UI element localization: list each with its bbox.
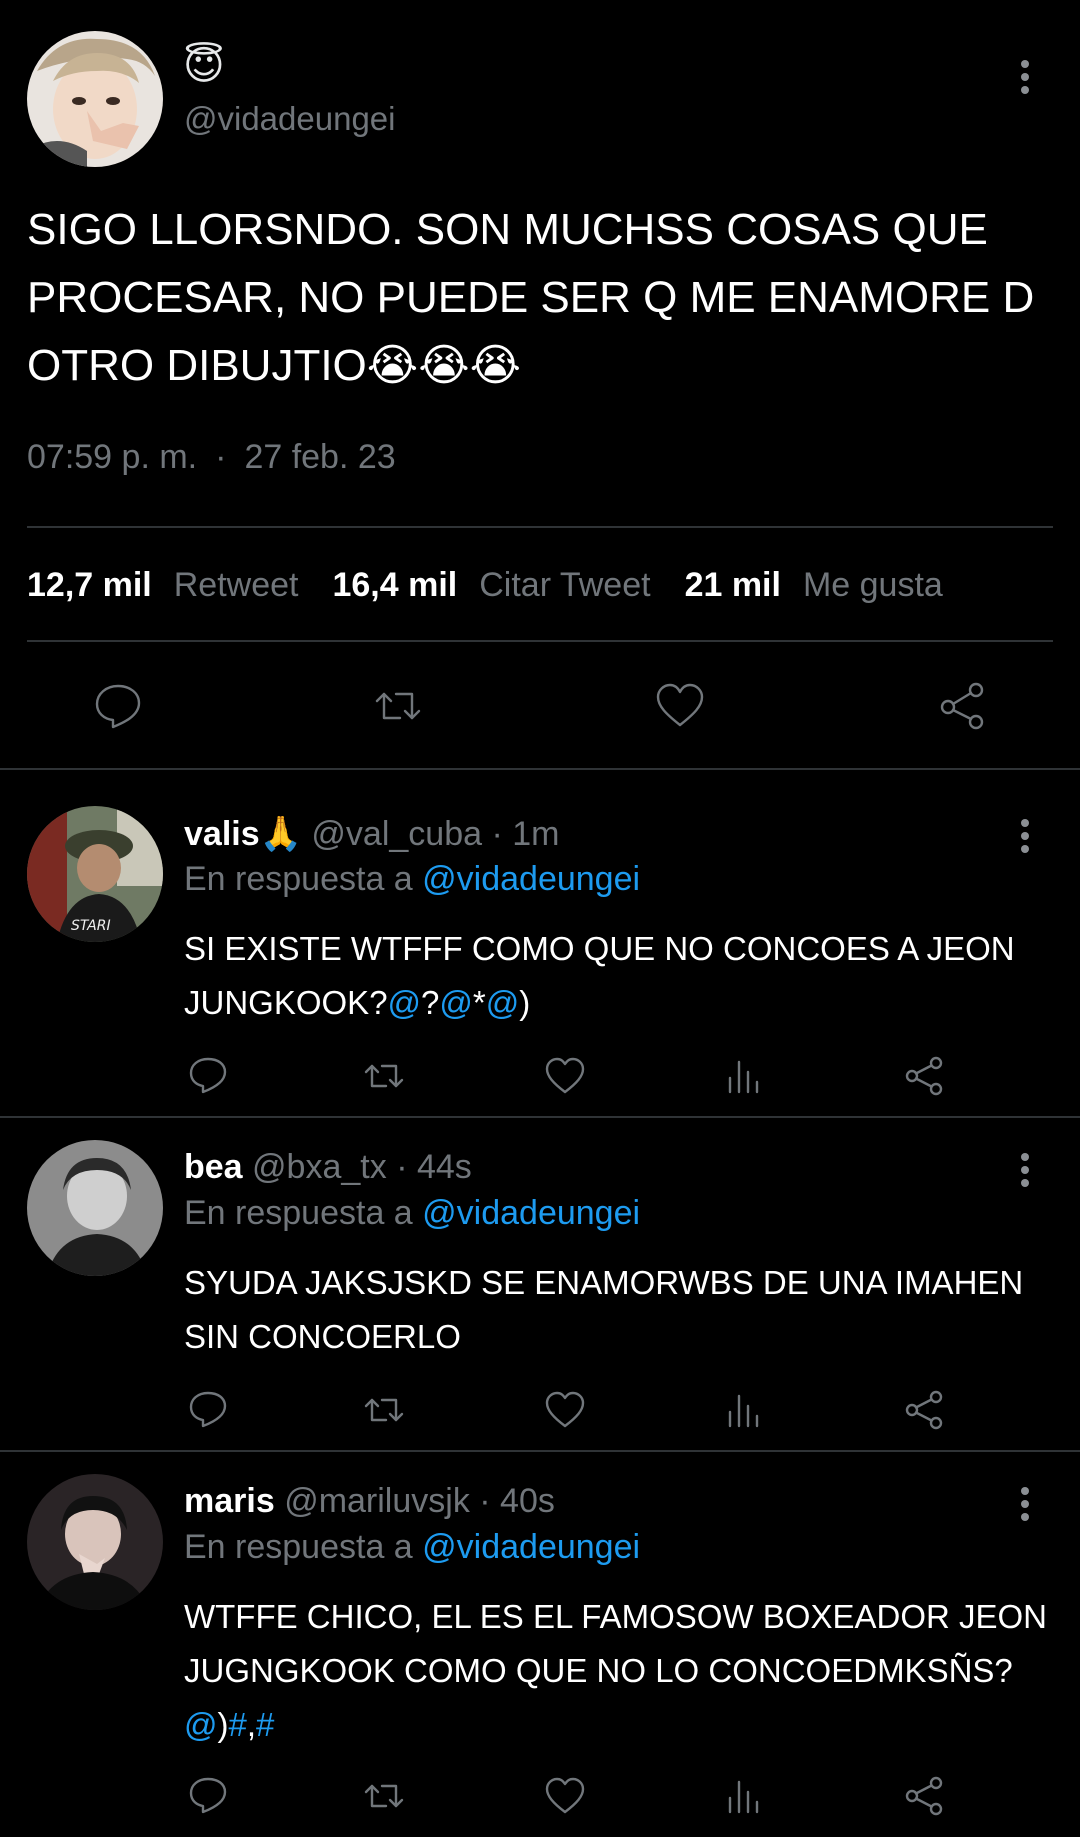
like-icon[interactable] bbox=[543, 1774, 587, 1818]
reply-actions bbox=[0, 1388, 1080, 1434]
reply-text-segment: SYUDA JAKSJSKD SE ENAMORWBS DE UNA IMAHE… bbox=[184, 1264, 1024, 1355]
reply-prefix: En respuesta a bbox=[184, 1528, 413, 1566]
reply-tweet[interactable]: maris @mariluvsjk · 40s En respuesta a @… bbox=[0, 1474, 1080, 1837]
svg-text:STARI: STARI bbox=[71, 918, 111, 934]
reply-author-handle[interactable]: @val_cuba bbox=[311, 815, 482, 853]
reply-actions bbox=[0, 1054, 1080, 1100]
reply-icon[interactable] bbox=[92, 680, 144, 732]
reply-to-handle[interactable]: @vidadeungei bbox=[422, 1194, 640, 1232]
retweet-icon[interactable] bbox=[362, 1054, 406, 1098]
divider bbox=[0, 768, 1080, 770]
reply-text-segment: , bbox=[246, 1706, 257, 1743]
share-icon[interactable] bbox=[902, 1388, 946, 1432]
reply-author-name[interactable]: valis🙏 bbox=[184, 815, 302, 853]
retweet-icon[interactable] bbox=[362, 1774, 406, 1818]
tweet-stats: 12,7 mil Retweet 16,4 mil Citar Tweet 21 m… bbox=[27, 566, 977, 605]
quote-count[interactable]: 16,4 mil bbox=[332, 566, 457, 605]
like-count[interactable]: 21 mil bbox=[685, 566, 781, 605]
reply-text-segment: SI EXISTE WTFFF COMO QUE NO CONCOES A JE… bbox=[184, 930, 1015, 1021]
divider bbox=[0, 1116, 1080, 1118]
reply-icon[interactable] bbox=[186, 1774, 230, 1818]
views-icon[interactable] bbox=[722, 1054, 766, 1098]
reply-tweet[interactable]: bea @bxa_tx · 44s En respuesta a @vidade… bbox=[0, 1140, 1080, 1450]
reply-avatar[interactable] bbox=[27, 1140, 163, 1276]
like-icon[interactable] bbox=[543, 1054, 587, 1098]
reply-author-name[interactable]: bea bbox=[184, 1148, 243, 1186]
mention-link[interactable]: # bbox=[229, 1706, 247, 1743]
meta-separator: · bbox=[215, 438, 227, 476]
reply-to-handle[interactable]: @vidadeungei bbox=[422, 860, 640, 898]
tweet-text: SIGO LLORSNDO. SON MUCHSS COSAS QUE PROC… bbox=[27, 205, 1035, 390]
like-label[interactable]: Me gusta bbox=[803, 566, 943, 605]
reply-text: SYUDA JAKSJSKD SE ENAMORWBS DE UNA IMAHE… bbox=[184, 1256, 1054, 1364]
reply-text-segment: ) bbox=[519, 984, 531, 1021]
more-options-icon[interactable] bbox=[1010, 1148, 1040, 1192]
like-icon[interactable] bbox=[543, 1388, 587, 1432]
reply-tweet[interactable]: STARI valis🙏 @val_cuba · 1m En respuesta… bbox=[0, 806, 1080, 1116]
more-options-icon[interactable] bbox=[1010, 55, 1040, 99]
reply-author-handle[interactable]: @mariluvsjk bbox=[284, 1482, 470, 1520]
reply-avatar[interactable]: STARI bbox=[27, 806, 163, 942]
mention-link[interactable]: @ bbox=[439, 984, 473, 1021]
share-icon[interactable] bbox=[902, 1054, 946, 1098]
mention-link[interactable]: @ bbox=[388, 984, 422, 1021]
reply-time: · 1m bbox=[491, 815, 560, 853]
divider bbox=[0, 1450, 1080, 1452]
reply-text: SI EXISTE WTFFF COMO QUE NO CONCOES A JE… bbox=[184, 922, 1054, 1030]
views-icon[interactable] bbox=[722, 1388, 766, 1432]
reply-text: WTFFE CHICO, EL ES EL FAMOSOW BOXEADOR J… bbox=[184, 1590, 1054, 1752]
tweet-time: 07:59 p. m. bbox=[27, 438, 198, 476]
reply-to-handle[interactable]: @vidadeungei bbox=[422, 1528, 640, 1566]
author-handle[interactable]: @vidadeungei bbox=[184, 100, 396, 138]
tweet-actions bbox=[0, 680, 1080, 730]
reply-text-segment: ) bbox=[217, 1706, 229, 1743]
reply-time: · 40s bbox=[479, 1482, 555, 1520]
reply-text-segment: ? bbox=[421, 984, 440, 1021]
reply-icon[interactable] bbox=[186, 1054, 230, 1098]
reply-prefix: En respuesta a bbox=[184, 860, 413, 898]
retweet-label[interactable]: Retweet bbox=[174, 566, 299, 605]
reply-author-name[interactable]: maris bbox=[184, 1482, 275, 1520]
quote-label[interactable]: Citar Tweet bbox=[479, 566, 650, 605]
reply-avatar[interactable] bbox=[27, 1474, 163, 1610]
mention-link[interactable]: # bbox=[256, 1706, 274, 1743]
retweet-count[interactable]: 12,7 mil bbox=[27, 566, 152, 605]
share-icon[interactable] bbox=[902, 1774, 946, 1818]
author-avatar[interactable] bbox=[27, 31, 163, 167]
share-icon[interactable] bbox=[936, 680, 988, 732]
reply-time: · 44s bbox=[396, 1148, 472, 1186]
retweet-icon[interactable] bbox=[372, 680, 424, 732]
mention-link[interactable]: @ bbox=[486, 984, 520, 1021]
badge-emoji: 😇 bbox=[183, 44, 225, 88]
reply-text-segment: * bbox=[472, 984, 486, 1021]
reply-author-handle[interactable]: @bxa_tx bbox=[252, 1148, 387, 1186]
reply-prefix: En respuesta a bbox=[184, 1194, 413, 1232]
divider bbox=[27, 526, 1053, 528]
reply-actions bbox=[0, 1774, 1080, 1820]
tweet-date: 27 feb. 23 bbox=[244, 438, 396, 476]
views-icon[interactable] bbox=[722, 1774, 766, 1818]
reply-text-segment: WTFFE CHICO, EL ES EL FAMOSOW BOXEADOR J… bbox=[184, 1598, 1047, 1689]
mention-link[interactable]: @ bbox=[184, 1706, 218, 1743]
divider bbox=[27, 640, 1053, 642]
more-options-icon[interactable] bbox=[1010, 814, 1040, 858]
more-options-icon[interactable] bbox=[1010, 1482, 1040, 1526]
reply-icon[interactable] bbox=[186, 1388, 230, 1432]
retweet-icon[interactable] bbox=[362, 1388, 406, 1432]
tweet-meta: 07:59 p. m. · 27 feb. 23 bbox=[27, 438, 396, 477]
like-icon[interactable] bbox=[654, 680, 706, 732]
